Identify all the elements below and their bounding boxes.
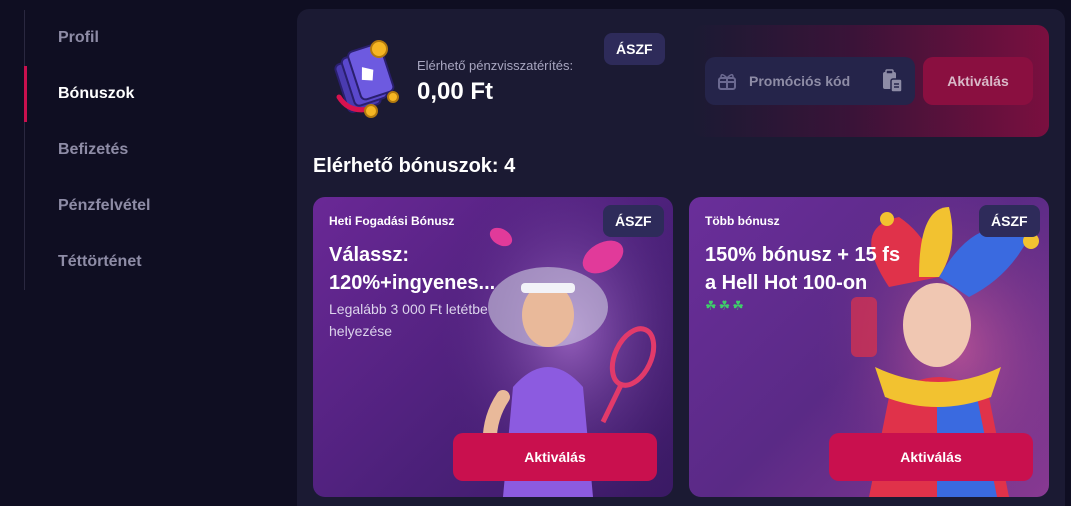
promo-activate-button[interactable]: Aktiválás [923, 57, 1033, 105]
cashback-terms-button[interactable]: ÁSZF [604, 33, 665, 65]
sidebar-item-bet-history[interactable]: Téttörténet [25, 234, 265, 290]
sidebar-item-bonuses[interactable]: Bónuszok [24, 66, 265, 122]
sidebar-item-withdrawal[interactable]: Pénzfelvétel [25, 178, 265, 234]
cashback-cards-icon [334, 40, 399, 118]
sidebar-item-profile[interactable]: Profil [25, 10, 265, 66]
available-bonuses-title: Elérhető bónuszok: 4 [313, 155, 516, 177]
sidebar-nav: Profil Bónuszok Befizetés Pénzfelvétel T… [24, 10, 274, 290]
clover-icons: ☘☘☘ [705, 298, 746, 313]
bonus-card-title: 150% bónusz + 15 fs a Hell Hot 100-on [705, 244, 901, 294]
bonus-terms-button[interactable]: ÁSZF [603, 205, 664, 237]
sidebar-item-label: Téttörténet [58, 253, 142, 270]
promo-code-input[interactable] [749, 73, 879, 89]
bonus-activate-button[interactable]: Aktiválás [453, 433, 657, 481]
sidebar-item-label: Bónuszok [58, 85, 135, 102]
bonus-card: Több bónusz ÁSZF 150% bónusz + 15 fs a H… [689, 197, 1049, 497]
paste-clipboard-icon[interactable] [881, 69, 903, 93]
sidebar-item-deposit[interactable]: Befizetés [25, 122, 265, 178]
cashback-amount: 0,00 Ft [417, 78, 494, 105]
sidebar-item-label: Pénzfelvétel [58, 197, 151, 214]
bonus-card: Heti Fogadási Bónusz ÁSZF Válassz: 120%+… [313, 197, 673, 497]
bonuses-panel: Elérhető pénzvisszatérítés: 0,00 Ft ÁSZF… [297, 9, 1065, 506]
bonus-card-description: Legalább 3 000 Ft letétbe helyezése [329, 301, 488, 339]
sidebar-item-label: Befizetés [58, 141, 129, 158]
promo-code-field[interactable] [705, 57, 915, 105]
bonus-card-tag: Több bónusz [705, 214, 780, 228]
cashback-label: Elérhető pénzvisszatérítés: [417, 58, 574, 73]
promo-code-panel: Aktiválás [692, 25, 1049, 137]
sidebar-item-label: Profil [58, 29, 99, 46]
gift-icon [718, 73, 736, 90]
bonus-card-tag: Heti Fogadási Bónusz [329, 214, 455, 228]
bonus-terms-button[interactable]: ÁSZF [979, 205, 1040, 237]
bonus-card-title: Válassz: 120%+ingyenes... [329, 244, 496, 294]
bonus-activate-button[interactable]: Aktiválás [829, 433, 1033, 481]
